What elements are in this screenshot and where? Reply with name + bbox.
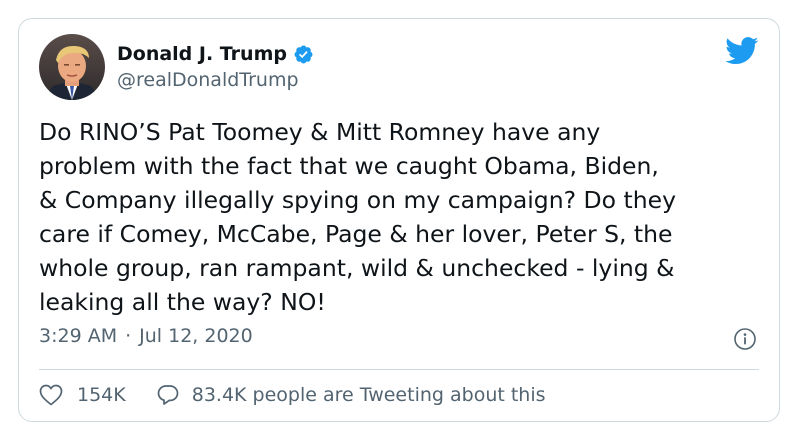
info-icon[interactable] — [733, 327, 757, 351]
author-row: Donald J. Trump — [117, 41, 314, 67]
like-count: 154K — [77, 384, 126, 406]
divider — [39, 369, 759, 370]
tweet-text: Do RINO’S Pat Toomey & Mitt Romney have … — [39, 118, 676, 316]
tweet-timestamp[interactable]: 3:29 AM · Jul 12, 2020 — [39, 325, 253, 347]
tweet-date[interactable]: Jul 12, 2020 — [139, 325, 253, 347]
comment-bubble-icon — [156, 383, 180, 407]
action-bar: 154K 83.4K people are Tweeting about thi… — [39, 383, 546, 407]
tweet-card[interactable]: Donald J. Trump @realDonaldTrump Do RINO… — [18, 18, 780, 422]
verified-badge-icon — [293, 44, 314, 65]
tweet-time[interactable]: 3:29 AM — [39, 325, 117, 347]
heart-icon — [39, 384, 63, 406]
timestamp-separator: · — [125, 325, 132, 347]
conversation-link[interactable]: 83.4K people are Tweeting about this — [156, 383, 546, 407]
twitter-bird-icon[interactable] — [725, 37, 759, 65]
avatar[interactable] — [39, 34, 105, 100]
author-name[interactable]: Donald J. Trump — [117, 43, 287, 65]
conversation-text: 83.4K people are Tweeting about this — [191, 384, 546, 406]
author-handle[interactable]: @realDonaldTrump — [117, 69, 299, 91]
like-button[interactable]: 154K — [39, 384, 126, 406]
